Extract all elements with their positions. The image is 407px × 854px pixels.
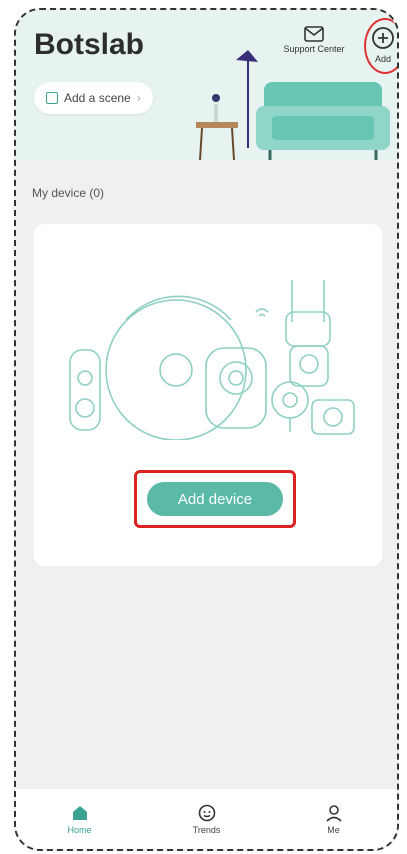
scene-icon — [46, 92, 58, 104]
plus-circle-icon — [372, 27, 394, 49]
phone-frame: Botslab Add a scene › Support Center Add… — [14, 8, 399, 851]
add-scene-button[interactable]: Add a scene › — [34, 82, 153, 114]
support-center-label: Support Center — [283, 44, 345, 54]
mail-icon — [304, 26, 324, 42]
my-device-label: My device (0) — [32, 186, 105, 200]
devices-illustration — [69, 280, 355, 440]
tab-label: Trends — [192, 824, 221, 835]
user-icon — [325, 804, 342, 822]
add-label: Add — [374, 54, 391, 64]
tab-trends[interactable]: Trends — [167, 804, 247, 835]
chevron-right-icon: › — [136, 91, 141, 105]
header-banner: Botslab Add a scene › Support Center Add — [16, 10, 397, 160]
support-center-button[interactable]: Support Center — [274, 26, 354, 54]
app-title: Botslab — [34, 28, 145, 61]
bottom-tab-bar: Home Trends Me — [16, 789, 397, 849]
tab-home[interactable]: Home — [40, 804, 120, 835]
device-card: Add device — [34, 224, 382, 566]
add-scene-label: Add a scene — [64, 91, 131, 105]
tab-me[interactable]: Me — [294, 804, 374, 835]
tab-label: Me — [327, 824, 340, 835]
home-icon — [72, 805, 87, 820]
add-device-button[interactable]: Add device — [147, 482, 283, 516]
highlight-box: Add device — [134, 470, 296, 528]
tab-label: Home — [67, 824, 92, 835]
add-button[interactable]: Add — [364, 18, 397, 74]
trends-icon — [198, 804, 215, 821]
